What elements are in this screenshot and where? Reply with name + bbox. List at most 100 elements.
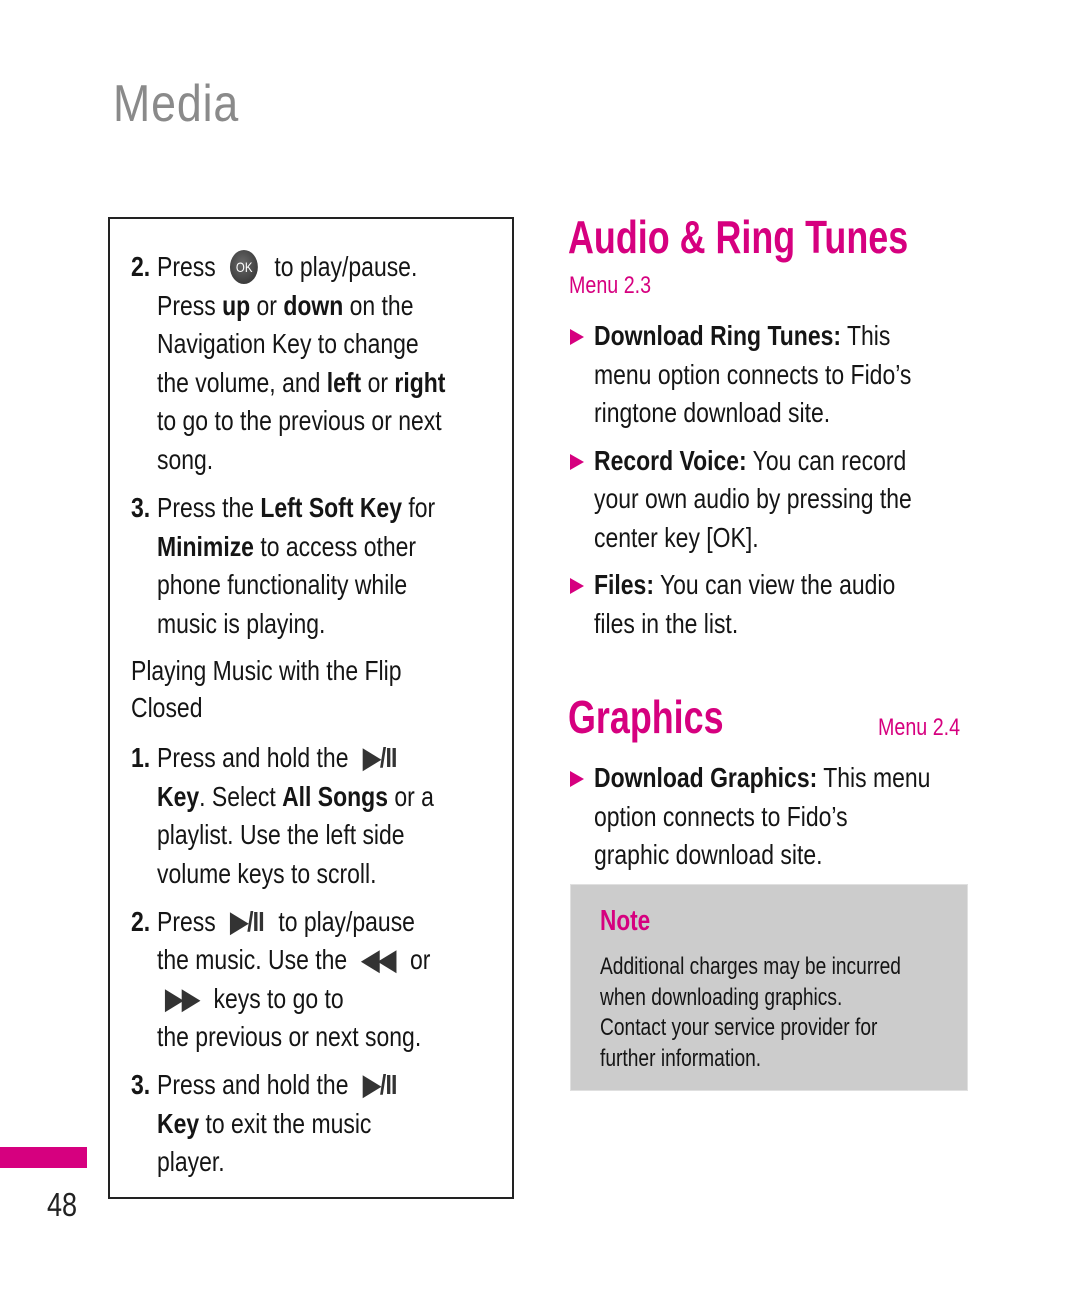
text-run: music is playing. (157, 607, 326, 639)
item-line: center key [OK]. (594, 521, 759, 553)
text-run: to play/pause. (267, 251, 418, 282)
step-number: 1. (131, 742, 151, 773)
step-line: the volume, and left or right (157, 364, 445, 403)
step-line: Press ▶/II to play/pause (157, 903, 415, 942)
item-line: graphic download site. (594, 839, 823, 870)
step-line: song. (157, 441, 213, 480)
text-run: . Select (199, 780, 283, 812)
item-line: Record Voice: You can record (594, 442, 906, 481)
text-run: playlist. Use the left side (157, 819, 405, 850)
bold-term: All Songs (282, 780, 388, 812)
text-run: to play/pause (271, 905, 415, 937)
step-line: playlist. Use the left side (157, 816, 405, 855)
item-label: Files: (594, 569, 654, 600)
text-run: on the (343, 289, 414, 321)
item-text: This menu (817, 762, 931, 793)
text-run: to go to the previous or next (157, 405, 442, 436)
graphics-menu-label: Menu 2.4 (878, 714, 961, 741)
text-run: Press (157, 251, 223, 282)
step-line: Key. Select All Songs or a (157, 778, 434, 817)
text-run: Navigation Key to change (157, 328, 419, 359)
text-run: Press (157, 289, 223, 321)
item-label: Record Voice: (594, 444, 747, 476)
play-pause-icon: ▶/II (230, 905, 264, 937)
item-text: You can view the audio (653, 569, 896, 600)
text-run: song. (157, 443, 214, 475)
step-line: Minimize to access other (157, 528, 416, 567)
step-line: ▶▶ keys to go to (157, 980, 344, 1019)
step-line: Key to exit the music (157, 1105, 371, 1144)
flip-closed-subheading: Playing Music with the Flip (131, 655, 402, 686)
item-line: ringtone download site. (594, 397, 831, 428)
bold-term: Key (157, 1107, 200, 1139)
item-text: This (841, 320, 891, 351)
text-run: or (403, 944, 431, 975)
text-run: Press the (157, 492, 261, 523)
text-run: the music. Use the (157, 944, 354, 975)
text-run: player. (157, 1146, 225, 1177)
item-line: your own audio by pressing the (594, 483, 912, 514)
bold-term: Left Soft Key (260, 492, 402, 523)
bold-term: down (283, 289, 344, 321)
text-run: keys to go to (207, 982, 344, 1014)
text-run: or (250, 289, 284, 321)
bold-term: left (326, 366, 362, 398)
step-line: Press and hold the ▶/II (157, 1066, 405, 1105)
item-line: files in the list. (594, 607, 739, 639)
step-line: Press the Left Soft Key for (157, 489, 435, 528)
item-label: Download Graphics: (594, 762, 818, 793)
note-body: Additional charges may be incurred when d… (600, 952, 901, 1074)
item-line: Download Graphics: This menu (594, 759, 930, 798)
step-line: Press and hold the ▶/II (157, 739, 405, 778)
text-run: phone functionality while (157, 569, 408, 600)
item-line: option connects to Fido’s (594, 800, 848, 832)
page-tab-marker (0, 1147, 87, 1168)
fast-forward-icon: ▶▶ (165, 982, 200, 1014)
text-run: Press (157, 905, 223, 937)
bullet-arrow-icon (570, 453, 584, 470)
step-number: 2. (131, 251, 151, 282)
text-run: volume keys to scroll. (157, 857, 377, 889)
bullet-arrow-icon (570, 771, 584, 787)
rewind-icon: ◀◀ (361, 944, 397, 975)
play-pause-icon: ▶/II (363, 742, 397, 773)
text-run: or a (387, 780, 434, 812)
note-line: further information. (600, 1044, 762, 1072)
flip-closed-subheading: Closed (131, 692, 203, 723)
text-run: the volume, and (157, 366, 327, 398)
note-title: Note (600, 905, 651, 937)
text-run: Press and hold the (157, 1069, 355, 1100)
item-line: Files: You can view the audio (594, 566, 895, 605)
bullet-arrow-icon (570, 329, 584, 345)
item-line: Download Ring Tunes: This (594, 317, 890, 356)
page-number: 48 (47, 1186, 78, 1223)
step-line: Press OK to play/pause. (157, 248, 417, 287)
text-run: the previous or next song. (157, 1021, 422, 1052)
audio-ring-tunes-heading: Audio & Ring Tunes (568, 211, 909, 263)
step-line: volume keys to scroll. (157, 855, 376, 894)
graphics-heading: Graphics (568, 691, 724, 743)
step-line: Navigation Key to change (157, 325, 419, 364)
step-number: 3. (131, 492, 151, 523)
text-run: for (401, 492, 436, 523)
ok-button-icon: OK (230, 250, 259, 284)
step-line: Press up or down on the (157, 287, 413, 326)
item-text: You can record (746, 444, 907, 476)
note-line: Additional charges may be incurred (600, 953, 901, 980)
note-line: Contact your service provider for (600, 1014, 878, 1041)
step-line: phone functionality while (157, 566, 407, 605)
play-pause-icon: ▶/II (363, 1069, 397, 1100)
bold-term: right (394, 366, 446, 398)
step-line: the music. Use the ◀◀ or (157, 941, 430, 980)
bold-term: Minimize (157, 530, 254, 562)
text-run: or (361, 366, 395, 398)
bullet-arrow-icon (570, 578, 584, 594)
text-run: to exit the music (199, 1107, 372, 1139)
item-line: menu option connects to Fido’s (594, 358, 912, 390)
text-run: Press and hold the (157, 742, 355, 773)
note-line: when downloading graphics. (600, 983, 843, 1011)
step-line: music is playing. (157, 605, 325, 644)
step-line: the previous or next song. (157, 1018, 421, 1057)
bold-term: up (222, 289, 251, 321)
step-line: player. (157, 1143, 225, 1182)
